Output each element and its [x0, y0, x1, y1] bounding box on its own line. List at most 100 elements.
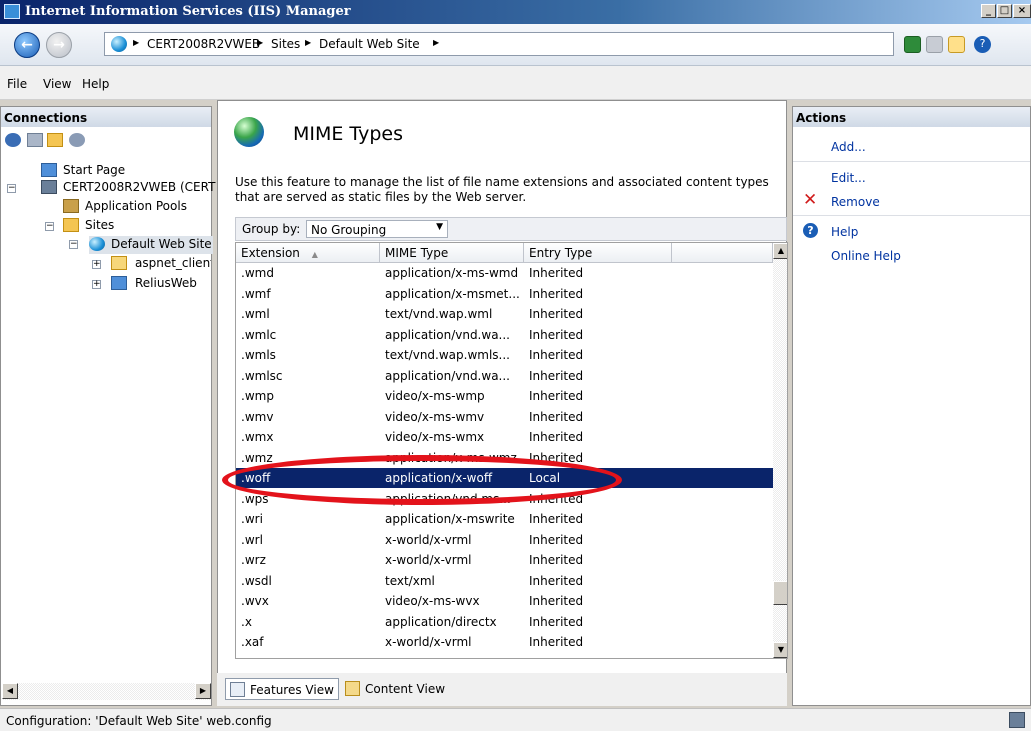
features-view-icon [230, 682, 245, 697]
cell-entry-type: Inherited [529, 553, 584, 567]
breadcrumb-default-web-site[interactable]: Default Web Site [319, 37, 420, 51]
cell-extension: .wri [241, 512, 263, 526]
grid-vscrollbar[interactable]: ▲ ▼ [773, 243, 787, 658]
folder-icon [111, 256, 127, 270]
col-mime-type[interactable]: MIME Type [380, 243, 524, 262]
home-icon[interactable] [948, 36, 965, 53]
cell-entry-type: Inherited [529, 635, 584, 649]
menu-file[interactable]: File [7, 77, 27, 91]
table-row[interactable]: .wmv video/x-ms-wmv Inherited [236, 407, 773, 427]
table-row[interactable]: .wmz application/x-ms-wmz Inherited [236, 448, 773, 468]
cell-entry-type: Inherited [529, 286, 584, 301]
navigation-bar: ← → ▶ CERT2008R2VWEB ▶ Sites ▶ Default W… [0, 24, 1031, 66]
content-view-icon [345, 681, 360, 696]
connections-hscrollbar[interactable]: ◀ ▶ [2, 683, 211, 700]
connect-icon[interactable] [5, 133, 21, 147]
save-icon[interactable] [27, 133, 43, 147]
forward-button[interactable]: → [46, 32, 72, 58]
stop-icon[interactable] [926, 36, 943, 53]
address-bar[interactable]: ▶ CERT2008R2VWEB ▶ Sites ▶ Default Web S… [104, 32, 894, 56]
table-row[interactable]: .wml text/vnd.wap.wml Inherited [236, 304, 773, 324]
group-by-select[interactable]: No Grouping ▼ [306, 220, 448, 238]
menu-bar: File View Help [0, 66, 1031, 100]
page-title: MIME Types [293, 123, 403, 145]
disconnect-icon[interactable] [69, 133, 85, 147]
refresh-icon[interactable] [904, 36, 921, 53]
remove-action[interactable]: Remove [831, 195, 880, 209]
help-action[interactable]: Help [831, 225, 858, 239]
cell-entry-type: Local [529, 471, 561, 485]
cell-mime-type: application/directx [385, 614, 497, 629]
scroll-left-button[interactable]: ◀ [2, 683, 18, 699]
window-title: Internet Information Services (IIS) Mana… [25, 4, 351, 19]
tree-default-web-site[interactable]: Default Web Site [89, 236, 213, 254]
cell-mime-type: application/x-ms-wmz [385, 450, 517, 465]
cell-extension: .wmx [241, 430, 274, 444]
cell-mime-type: video/x-ms-wmp [385, 389, 485, 403]
scroll-up-button[interactable]: ▲ [773, 243, 787, 259]
folder-icon[interactable] [47, 133, 63, 147]
table-row[interactable]: .woff application/x-woff Local [236, 468, 773, 488]
group-by-bar: Group by: No Grouping ▼ [235, 217, 787, 241]
table-row[interactable]: .wps application/vnd.ms... Inherited [236, 489, 773, 509]
features-view-tab[interactable]: Features View [225, 678, 339, 700]
table-row[interactable]: .wmd application/x-ms-wmd Inherited [236, 263, 773, 283]
menu-view[interactable]: View [43, 77, 71, 91]
add-action[interactable]: Add... [831, 140, 866, 154]
col-extension[interactable]: Extension ▲ [236, 243, 380, 262]
breadcrumb-server[interactable]: CERT2008R2VWEB [147, 37, 260, 51]
back-button[interactable]: ← [14, 32, 40, 58]
view-switcher: Features View Content View [217, 673, 787, 706]
status-bar: Configuration: 'Default Web Site' web.co… [0, 708, 1031, 731]
default-site-expander[interactable]: − [69, 240, 78, 249]
app-icon [4, 4, 20, 19]
menu-help[interactable]: Help [82, 77, 109, 91]
connections-panel: Connections Start Page − CERT2008R2VWEB … [0, 106, 215, 706]
table-row[interactable]: .wri application/x-mswrite Inherited [236, 509, 773, 529]
table-row[interactable]: .wrl x-world/x-vrml Inherited [236, 530, 773, 550]
actions-title: Actions [793, 107, 1030, 127]
globe-icon [111, 36, 127, 52]
table-row[interactable]: .x application/directx Inherited [236, 612, 773, 632]
table-row[interactable]: .wvx video/x-ms-wvx Inherited [236, 591, 773, 611]
cell-entry-type: Inherited [529, 573, 584, 588]
cell-mime-type: video/x-ms-wmx [385, 430, 485, 444]
table-row[interactable]: .wmx video/x-ms-wmx Inherited [236, 427, 773, 447]
table-row[interactable]: .wmlc application/vnd.wa... Inherited [236, 325, 773, 345]
table-row[interactable]: .wmlsc application/vnd.wa... Inherited [236, 366, 773, 386]
group-by-label: Group by: [242, 222, 301, 236]
start-page-icon [41, 163, 57, 177]
maximize-button[interactable]: □ [997, 4, 1012, 18]
col-entry-type[interactable]: Entry Type [524, 243, 672, 262]
scroll-down-button[interactable]: ▼ [773, 642, 787, 658]
aspnet-expander[interactable]: + [92, 260, 101, 269]
cell-extension: .wml [241, 307, 270, 321]
cell-mime-type: x-world/x-vrml [385, 635, 472, 649]
scroll-right-button[interactable]: ▶ [195, 683, 211, 699]
sites-icon [63, 218, 79, 232]
table-row[interactable]: .wsdl text/xml Inherited [236, 571, 773, 591]
connections-toolbar [1, 129, 211, 153]
table-row[interactable]: .wmf application/x-msmet... Inherited [236, 284, 773, 304]
server-expander[interactable]: − [7, 184, 16, 193]
content-view-tab[interactable]: Content View [341, 678, 449, 700]
relius-expander[interactable]: + [92, 280, 101, 289]
table-row[interactable]: .wrz x-world/x-vrml Inherited [236, 550, 773, 570]
cell-mime-type: text/vnd.wap.wml [385, 307, 493, 321]
sites-expander[interactable]: − [45, 222, 54, 231]
server-icon [41, 180, 57, 194]
scroll-thumb[interactable] [773, 581, 787, 605]
edit-action[interactable]: Edit... [831, 171, 866, 185]
cell-extension: .wmv [241, 409, 274, 424]
breadcrumb-sites[interactable]: Sites [271, 37, 300, 51]
help-icon[interactable]: ? [974, 36, 991, 53]
cell-mime-type: application/x-woff [385, 471, 493, 485]
table-row[interactable]: .wmp video/x-ms-wmp Inherited [236, 386, 773, 406]
tree-aspnet-client[interactable]: aspnet_client [111, 256, 211, 272]
table-row[interactable]: .wmls text/vnd.wap.wmls... Inherited [236, 345, 773, 365]
online-help-action[interactable]: Online Help [831, 249, 901, 263]
actions-divider [793, 215, 1030, 216]
close-button[interactable]: × [1013, 4, 1031, 18]
minimize-button[interactable]: _ [981, 4, 996, 18]
table-row[interactable]: .xaf x-world/x-vrml Inherited [236, 632, 773, 652]
